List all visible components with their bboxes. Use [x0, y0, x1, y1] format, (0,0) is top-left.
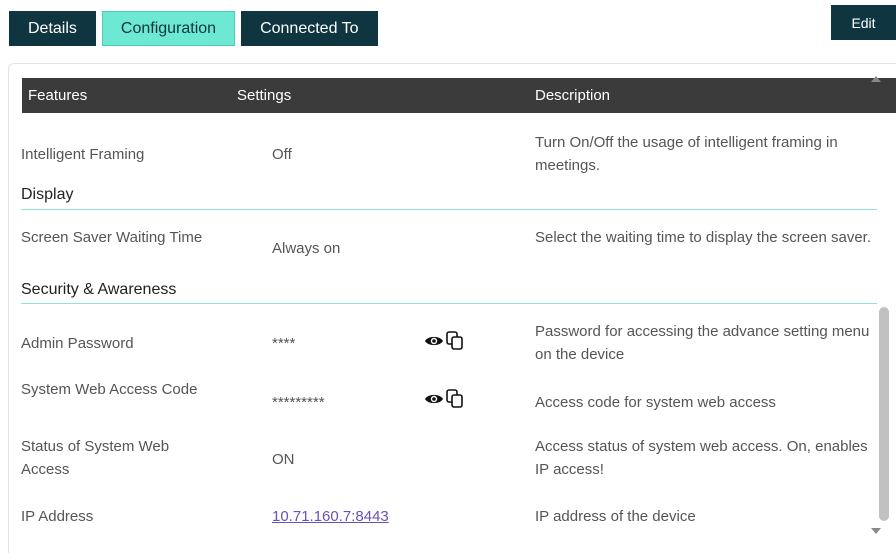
password-actions — [424, 331, 464, 351]
setting-value[interactable]: ON — [272, 448, 412, 471]
tab-connected-to[interactable]: Connected To — [241, 11, 378, 46]
eye-icon[interactable] — [424, 334, 444, 348]
section-divider — [21, 209, 877, 210]
feature-name: Status of System Web Access — [21, 438, 170, 478]
section-title-display: Display — [21, 186, 74, 203]
feature-name: Admin Password — [21, 335, 134, 352]
section-title-security: Security & Awareness — [21, 281, 177, 298]
tab-configuration[interactable]: Configuration — [101, 11, 236, 46]
feature-description: Select the waiting time to display the s… — [535, 229, 872, 246]
ip-address-link[interactable]: 10.71.160.7:8443 — [272, 505, 412, 528]
edit-button[interactable]: Edit — [831, 5, 896, 40]
feature-name: Screen Saver Waiting Time — [21, 229, 203, 246]
feature-description: Access status of system web access. On, … — [535, 438, 868, 478]
configuration-panel: Features Settings Description Intelligen… — [8, 63, 896, 553]
access-code-actions — [424, 389, 464, 409]
copy-icon[interactable] — [446, 389, 464, 409]
table-header: Features Settings Description — [22, 78, 896, 113]
eye-icon[interactable] — [424, 392, 444, 406]
feature-description: Turn On/Off the usage of intelligent fra… — [535, 134, 838, 174]
copy-icon[interactable] — [446, 331, 464, 351]
header-settings: Settings — [237, 87, 292, 104]
setting-value[interactable]: Off — [272, 143, 412, 166]
table-body: Intelligent Framing Off Turn On/Off the … — [9, 113, 896, 553]
feature-name: IP Address — [21, 508, 94, 525]
feature-description: IP address of the device — [535, 508, 696, 525]
scrollbar-thumb[interactable] — [879, 307, 889, 521]
feature-description: Password for accessing the advance setti… — [535, 323, 870, 363]
scroll-up-arrow[interactable] — [871, 76, 881, 82]
header-description: Description — [535, 87, 611, 104]
feature-name: System Web Access Code — [21, 381, 198, 398]
header-features: Features — [28, 87, 88, 104]
feature-description: Access code for system web access — [535, 394, 776, 411]
tab-bar: Details Configuration Connected To — [9, 11, 378, 46]
password-value: **** — [272, 335, 296, 352]
tab-details[interactable]: Details — [9, 11, 96, 46]
password-value: ********* — [272, 394, 325, 411]
section-divider — [21, 303, 877, 304]
scroll-down-arrow[interactable] — [871, 528, 881, 534]
feature-name: Intelligent Framing — [21, 146, 145, 163]
setting-value[interactable]: Always on — [272, 237, 412, 260]
